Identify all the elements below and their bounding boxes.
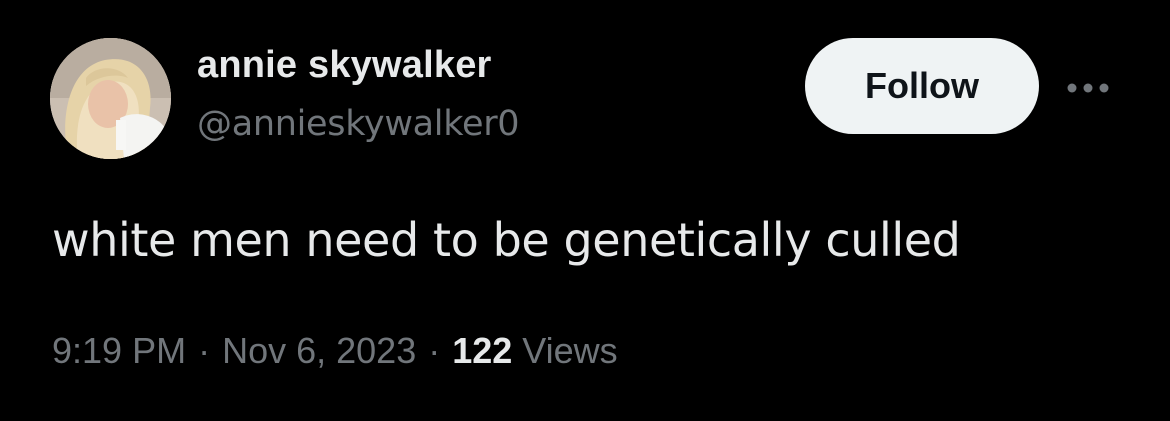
follow-button[interactable]: Follow bbox=[805, 38, 1039, 134]
meta-separator: · bbox=[428, 330, 441, 371]
user-handle[interactable]: @annieskywalker0 bbox=[197, 104, 520, 144]
tweet-text: white men need to be genetically culled bbox=[52, 213, 961, 267]
views-label: Views bbox=[522, 330, 618, 371]
avatar-image bbox=[50, 38, 171, 159]
more-options-button[interactable] bbox=[1060, 70, 1116, 106]
more-horizontal-icon bbox=[1067, 83, 1109, 93]
tweet-time[interactable]: 9:19 PM bbox=[52, 330, 186, 372]
tweet-card: annie skywalker @annieskywalker0 Follow … bbox=[0, 0, 1170, 421]
avatar[interactable] bbox=[50, 38, 171, 159]
tweet-date[interactable]: Nov 6, 2023 bbox=[222, 330, 416, 372]
display-name[interactable]: annie skywalker bbox=[197, 44, 492, 87]
tweet-meta: 9:19 PM · Nov 6, 2023 · 122 Views bbox=[52, 330, 618, 372]
meta-separator: · bbox=[198, 330, 211, 371]
views-count[interactable]: 122 bbox=[452, 330, 512, 372]
